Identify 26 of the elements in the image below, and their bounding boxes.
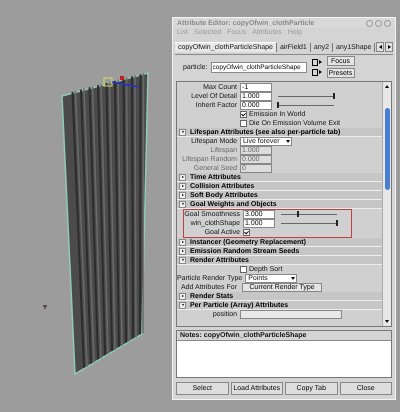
array-field[interactable]: [240, 310, 342, 319]
caret-icon: [291, 277, 296, 280]
expand-toggle-icon[interactable]: [179, 200, 186, 208]
expand-toggle-icon[interactable]: [179, 256, 186, 264]
move-manipulator-icon[interactable]: [104, 76, 138, 88]
expand-toggle-icon[interactable]: [179, 248, 186, 254]
output-connection-icon[interactable]: [310, 68, 324, 76]
scrollbar[interactable]: [382, 82, 391, 326]
caret-icon: [286, 140, 290, 143]
checkbox[interactable]: [240, 266, 247, 273]
expand-toggle-icon[interactable]: [179, 192, 186, 198]
scroll-left-icon[interactable]: [376, 42, 384, 52]
notes-field[interactable]: [177, 340, 391, 377]
expand-toggle-icon[interactable]: [179, 128, 186, 136]
checkbox[interactable]: [243, 229, 250, 236]
checkbox[interactable]: [240, 111, 247, 118]
input-connection-icon[interactable]: [310, 58, 324, 66]
expand-toggle-icon[interactable]: [179, 182, 186, 190]
scroll-right-icon[interactable]: [385, 42, 393, 52]
expand-toggle-icon[interactable]: [179, 302, 186, 308]
checkbox[interactable]: [240, 120, 247, 127]
locator-icon: [42, 304, 48, 310]
slider-thumb[interactable]: [296, 211, 299, 217]
expand-toggle-icon[interactable]: [179, 174, 186, 180]
expand-toggle-icon[interactable]: [179, 292, 186, 300]
expand-toggle-icon[interactable]: [179, 238, 186, 246]
